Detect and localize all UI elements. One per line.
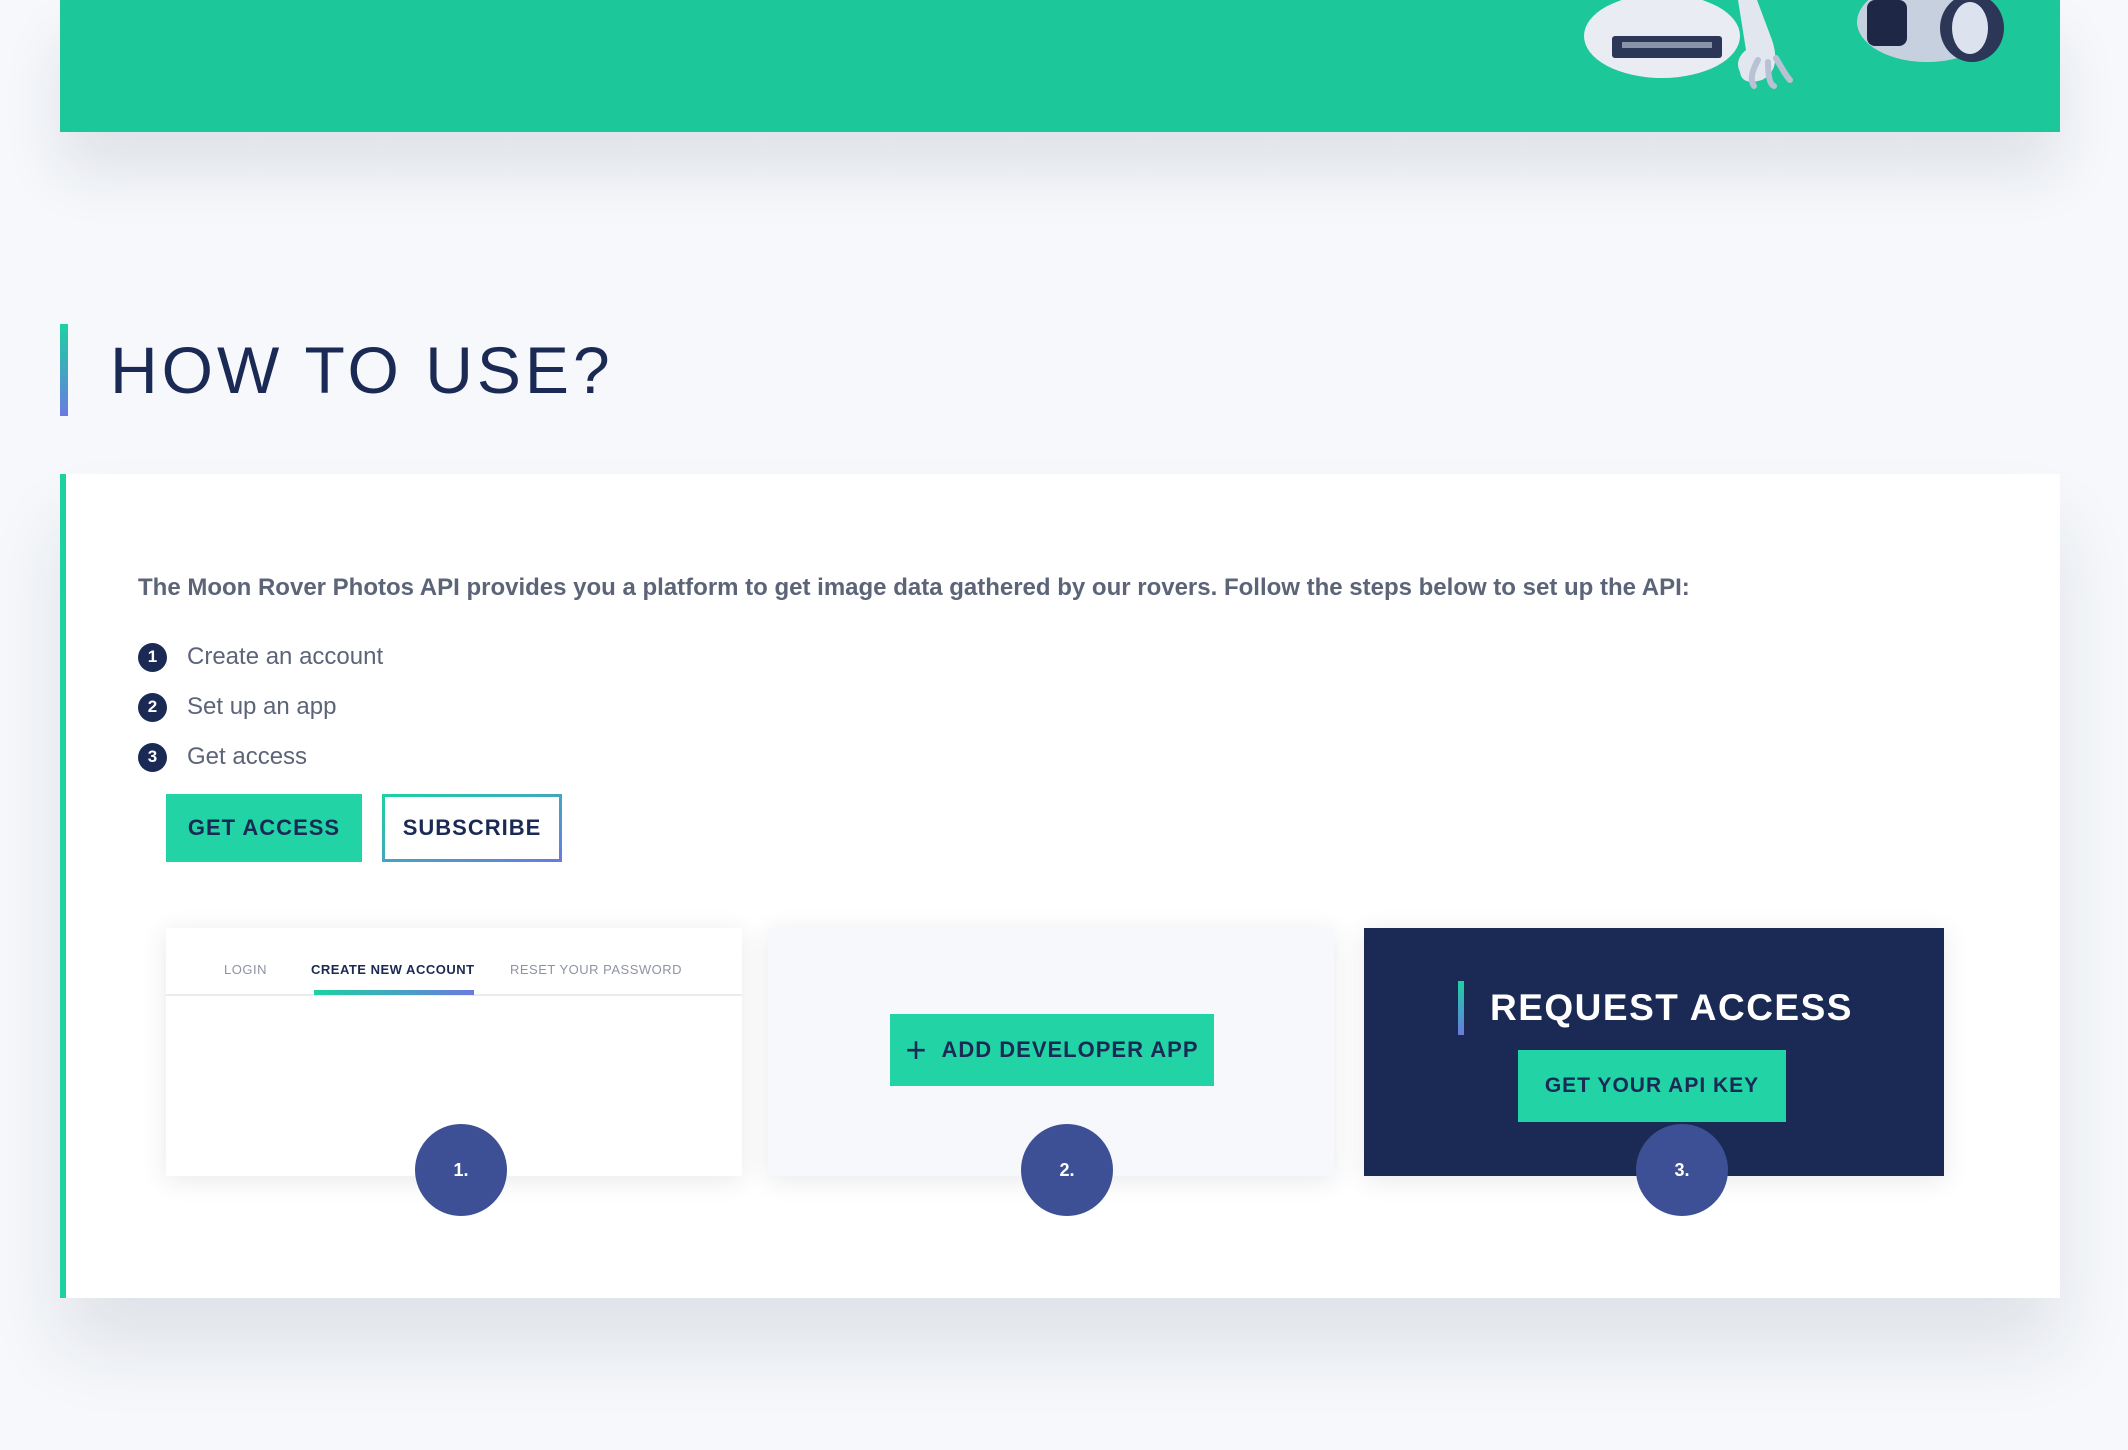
tab-login[interactable]: LOGIN	[224, 962, 267, 977]
plus-icon: +	[905, 1029, 928, 1070]
list-item: 2 Set up an app	[138, 682, 383, 732]
tab-create-new-account[interactable]: CREATE NEW ACCOUNT	[311, 962, 475, 977]
add-developer-app-button[interactable]: + ADD DEVELOPER APP	[890, 1014, 1214, 1086]
step-badge-3: 3.	[1636, 1124, 1728, 1216]
tab-reset-password[interactable]: RESET YOUR PASSWORD	[510, 962, 682, 977]
list-item: 1 Create an account	[138, 632, 383, 682]
request-access-title: REQUEST ACCESS	[1490, 987, 1853, 1028]
heading-accent-bar	[60, 324, 68, 416]
step-number-badge: 3	[138, 742, 167, 772]
add-developer-app-label: ADD DEVELOPER APP	[941, 1037, 1199, 1062]
get-access-button[interactable]: GET ACCESS	[166, 794, 362, 862]
heading-accent-bar	[1458, 981, 1464, 1035]
step-number-badge: 1	[138, 642, 167, 672]
step-label: Get access	[187, 743, 308, 770]
active-tab-indicator	[314, 990, 474, 995]
get-api-key-button[interactable]: GET YOUR API KEY	[1518, 1050, 1786, 1122]
hero-banner	[60, 0, 2060, 132]
astronaut-illustration	[1584, 0, 2004, 89]
intro-text: The Moon Rover Photos API provides you a…	[138, 574, 1690, 601]
step-badge-2: 2.	[1021, 1124, 1113, 1216]
step-number-badge: 2	[138, 692, 167, 722]
step-badge-1: 1.	[415, 1124, 507, 1216]
subscribe-button[interactable]: SUBSCRIBE	[382, 794, 562, 862]
page-title: HOW TO USE?	[110, 333, 614, 407]
section-heading: HOW TO USE?	[60, 324, 614, 416]
step-label: Set up an app	[187, 693, 337, 720]
request-access-heading: REQUEST ACCESS	[1458, 980, 1853, 1036]
steps-list: 1 Create an account 2 Set up an app 3 Ge…	[138, 632, 383, 782]
list-item: 3 Get access	[138, 732, 383, 782]
step-label: Create an account	[187, 643, 384, 670]
how-to-use-card: The Moon Rover Photos API provides you a…	[60, 474, 2060, 1298]
account-tabs: LOGIN CREATE NEW ACCOUNT RESET YOUR PASS…	[166, 928, 742, 996]
